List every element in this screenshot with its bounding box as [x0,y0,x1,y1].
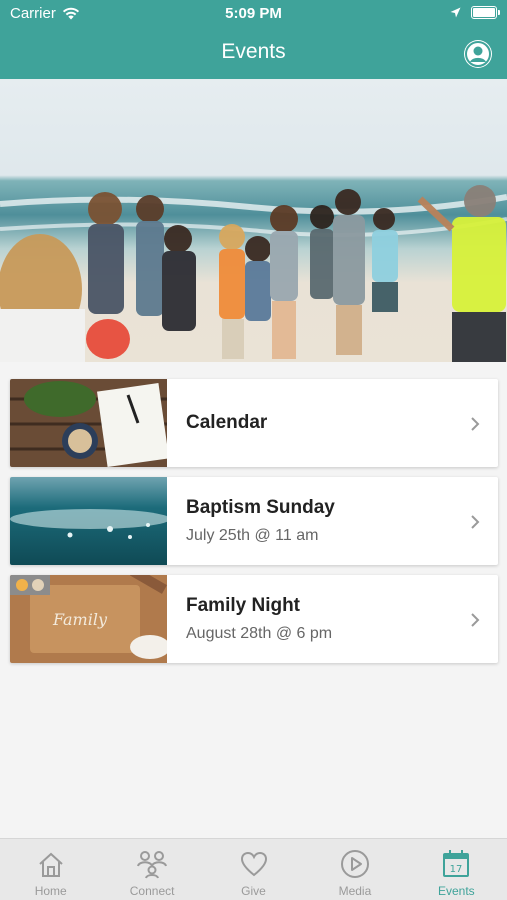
event-title: Family Night [186,595,301,616]
tab-label: Connect [129,884,175,898]
baking-thumbnail-image: Family [10,575,167,663]
calendar-icon-day: 17 [450,864,463,875]
tab-label: Home [34,884,67,898]
profile-button[interactable] [464,40,492,68]
events-list: Calendar Baptism Sunday July 25th @ 11 a… [10,379,498,673]
page-title: Events [221,40,286,63]
hero-image [0,79,507,362]
beach-group-photo [0,185,507,362]
svg-text:Family: Family [52,610,108,629]
event-card-baptism-sunday[interactable]: Baptism Sunday July 25th @ 11 am [10,477,498,565]
event-card-family-night[interactable]: Family Family Night August 28th @ 6 pm [10,575,498,663]
tab-label: Media [338,884,372,898]
tab-events[interactable]: 17 Events [406,839,507,900]
calendar-icon: 17 [443,850,470,877]
event-thumbnail: Family [10,575,167,663]
tab-home[interactable]: Home [0,839,101,900]
calendar-thumbnail-image [10,379,167,467]
event-date: July 25th @ 11 am [186,527,319,544]
event-title: Baptism Sunday [186,497,335,518]
heart-icon [240,851,267,877]
water-thumbnail-image [10,477,167,565]
tab-label: Events [437,884,475,898]
tab-connect[interactable]: Connect [101,839,202,900]
tab-media[interactable]: Media [304,839,405,900]
event-card-calendar[interactable]: Calendar [10,379,498,467]
event-title: Calendar [186,412,268,433]
chevron-right-icon [471,417,480,431]
battery-icon [471,6,500,19]
top-bar: Carrier 5:09 PM Events [0,0,507,79]
event-thumbnail [10,477,167,565]
tab-bar: Home Connect Give Media 17 Events [0,838,507,900]
chevron-right-icon [471,613,480,627]
play-icon [340,850,369,878]
event-date: August 28th @ 6 pm [186,625,333,642]
status-time: 5:09 PM [225,5,282,22]
tab-label: Give [241,884,266,898]
home-icon [39,852,63,877]
chevron-right-icon [471,515,480,529]
event-thumbnail [10,379,167,467]
status-bar: Carrier 5:09 PM [0,0,507,28]
connect-icon [137,851,168,879]
tab-give[interactable]: Give [203,839,304,900]
location-arrow-icon [450,7,461,18]
user-avatar-icon [465,41,491,67]
